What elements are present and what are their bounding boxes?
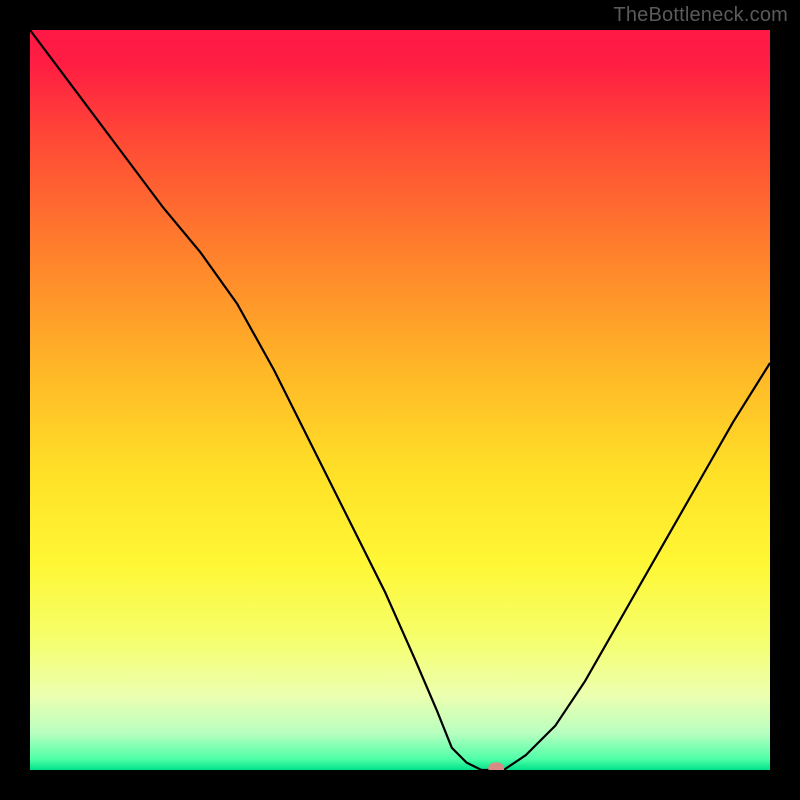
chart-frame: TheBottleneck.com (0, 0, 800, 800)
chart-svg (30, 30, 770, 770)
plot-area (30, 30, 770, 770)
watermark-label: TheBottleneck.com (613, 4, 788, 27)
heat-background (30, 30, 770, 770)
